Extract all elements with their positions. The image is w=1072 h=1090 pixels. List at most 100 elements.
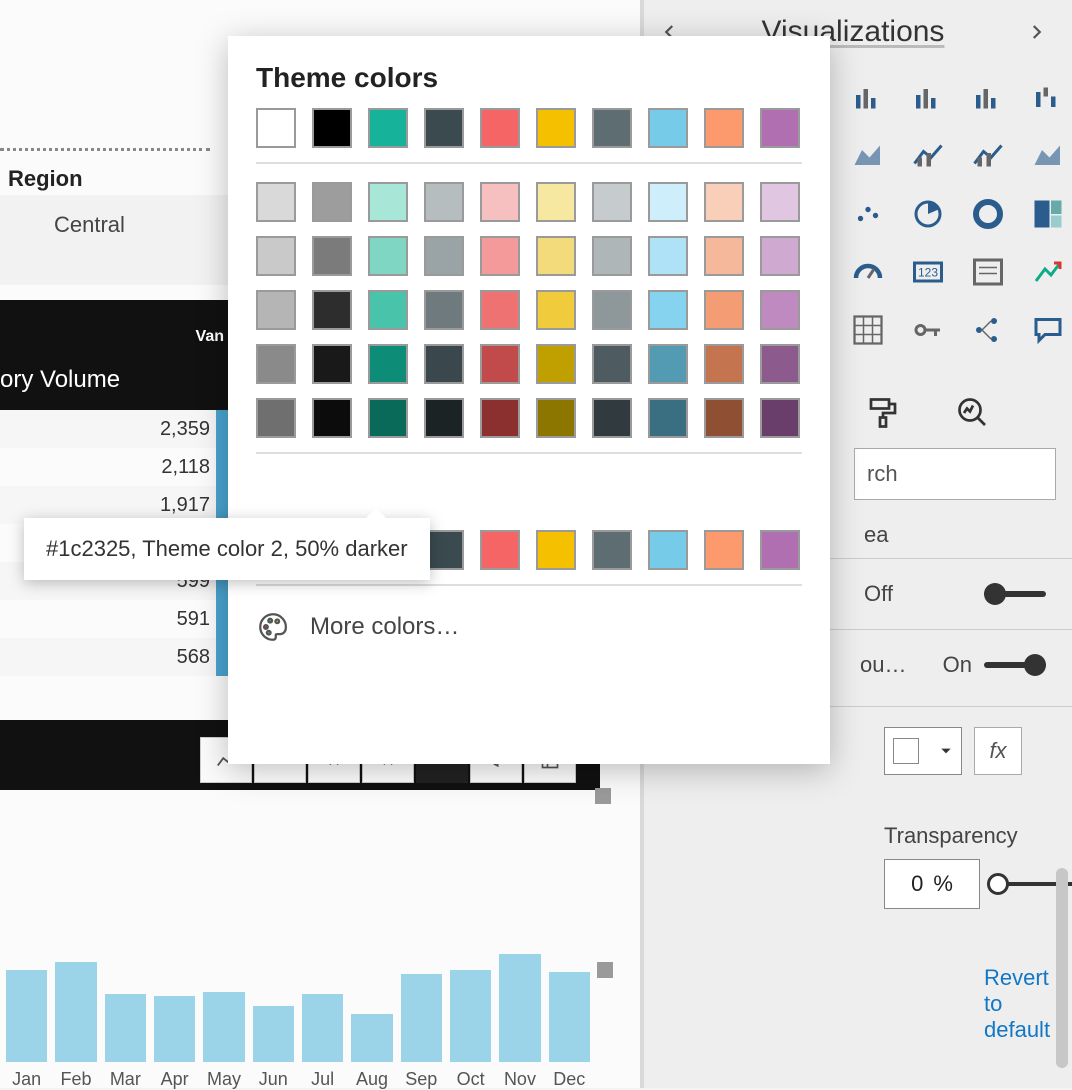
color-swatch[interactable] <box>480 344 520 384</box>
color-swatch[interactable] <box>592 108 632 148</box>
resize-handle[interactable] <box>597 962 613 978</box>
toggle-switch[interactable] <box>984 584 1046 604</box>
color-swatch[interactable] <box>424 398 464 438</box>
color-swatch[interactable] <box>424 236 464 276</box>
viz-waterfall[interactable] <box>1024 74 1072 122</box>
color-swatch[interactable] <box>424 182 464 222</box>
color-swatch[interactable] <box>368 398 408 438</box>
fx-button[interactable]: fx <box>974 727 1022 775</box>
viz-scatter[interactable] <box>844 190 892 238</box>
mini-bar[interactable] <box>203 992 244 1062</box>
mini-bar[interactable] <box>55 962 96 1062</box>
color-swatch[interactable] <box>760 108 800 148</box>
color-swatch[interactable] <box>480 182 520 222</box>
mini-bar[interactable] <box>6 970 47 1062</box>
color-swatch[interactable] <box>704 344 744 384</box>
viz-donut[interactable] <box>964 190 1012 238</box>
monthly-bar-chart[interactable]: JanFebMarAprMayJunJulAugSepOctNovDec <box>0 930 600 1090</box>
color-swatch[interactable] <box>592 182 632 222</box>
color-swatch[interactable] <box>536 236 576 276</box>
color-swatch[interactable] <box>648 108 688 148</box>
mini-bar[interactable] <box>302 994 343 1062</box>
color-dropdown[interactable] <box>884 727 962 775</box>
transparency-input[interactable]: 0 % <box>884 859 980 909</box>
color-swatch[interactable] <box>256 344 296 384</box>
color-swatch[interactable] <box>704 530 744 570</box>
color-swatch[interactable] <box>480 108 520 148</box>
viz-pie[interactable] <box>904 190 952 238</box>
color-swatch[interactable] <box>760 530 800 570</box>
viz-gauge[interactable] <box>844 248 892 296</box>
color-swatch[interactable] <box>312 398 352 438</box>
color-swatch[interactable] <box>648 530 688 570</box>
color-swatch[interactable] <box>704 398 744 438</box>
color-swatch[interactable] <box>648 398 688 438</box>
color-swatch[interactable] <box>368 236 408 276</box>
color-swatch[interactable] <box>256 236 296 276</box>
color-swatch[interactable] <box>592 530 632 570</box>
mini-bar[interactable] <box>549 972 590 1062</box>
color-swatch[interactable] <box>760 344 800 384</box>
viz-treemap[interactable] <box>1024 190 1072 238</box>
color-swatch[interactable] <box>480 236 520 276</box>
viz-stacked-column-100[interactable] <box>964 74 1012 122</box>
mini-bar[interactable] <box>499 954 540 1062</box>
format-search-input[interactable]: rch <box>854 448 1056 500</box>
color-swatch[interactable] <box>592 398 632 438</box>
color-swatch[interactable] <box>368 344 408 384</box>
color-swatch[interactable] <box>648 182 688 222</box>
color-swatch[interactable] <box>536 530 576 570</box>
color-swatch[interactable] <box>760 182 800 222</box>
color-swatch[interactable] <box>536 398 576 438</box>
format-paint-roller-icon[interactable] <box>860 390 906 436</box>
slider-knob[interactable] <box>987 873 1009 895</box>
color-swatch[interactable] <box>704 290 744 330</box>
mini-bar[interactable] <box>253 1006 294 1062</box>
color-swatch[interactable] <box>312 182 352 222</box>
color-swatch[interactable] <box>480 290 520 330</box>
color-swatch[interactable] <box>704 182 744 222</box>
color-swatch[interactable] <box>536 290 576 330</box>
expand-right-icon[interactable] <box>1018 14 1054 50</box>
viz-stacked-bar[interactable] <box>844 74 892 122</box>
mini-bar[interactable] <box>351 1014 392 1062</box>
color-swatch[interactable] <box>424 108 464 148</box>
mini-bar[interactable] <box>401 974 442 1062</box>
viz-multi-row-card[interactable] <box>964 248 1012 296</box>
viz-kpi[interactable] <box>1024 248 1072 296</box>
color-swatch[interactable] <box>536 108 576 148</box>
color-swatch[interactable] <box>312 108 352 148</box>
analytics-magnifier-icon[interactable] <box>950 390 996 436</box>
color-swatch[interactable] <box>592 344 632 384</box>
color-swatch[interactable] <box>648 290 688 330</box>
color-swatch[interactable] <box>256 290 296 330</box>
color-swatch[interactable] <box>312 236 352 276</box>
color-swatch[interactable] <box>592 290 632 330</box>
theme-color-picker[interactable]: Theme colors More colors… <box>228 36 830 764</box>
color-swatch[interactable] <box>704 236 744 276</box>
color-swatch[interactable] <box>368 182 408 222</box>
resize-handle[interactable] <box>595 788 611 804</box>
viz-card[interactable]: 123 <box>904 248 952 296</box>
color-swatch[interactable] <box>704 108 744 148</box>
viz-key-influencers[interactable] <box>904 306 952 354</box>
color-swatch[interactable] <box>256 108 296 148</box>
mini-bar[interactable] <box>450 970 491 1062</box>
color-swatch[interactable] <box>424 344 464 384</box>
viz-line-clustered[interactable] <box>964 132 1012 180</box>
color-swatch[interactable] <box>424 290 464 330</box>
color-swatch[interactable] <box>480 530 520 570</box>
color-swatch[interactable] <box>592 236 632 276</box>
color-swatch[interactable] <box>368 290 408 330</box>
color-swatch[interactable] <box>256 182 296 222</box>
mini-bar[interactable] <box>105 994 146 1062</box>
more-colors-button[interactable]: More colors… <box>256 604 802 644</box>
color-swatch[interactable] <box>312 290 352 330</box>
viz-matrix[interactable] <box>844 306 892 354</box>
toggle-switch[interactable] <box>984 655 1046 675</box>
color-swatch[interactable] <box>760 290 800 330</box>
color-swatch[interactable] <box>648 344 688 384</box>
color-swatch[interactable] <box>424 530 464 570</box>
viz-qna[interactable] <box>1024 306 1072 354</box>
mini-bar[interactable] <box>154 996 195 1062</box>
